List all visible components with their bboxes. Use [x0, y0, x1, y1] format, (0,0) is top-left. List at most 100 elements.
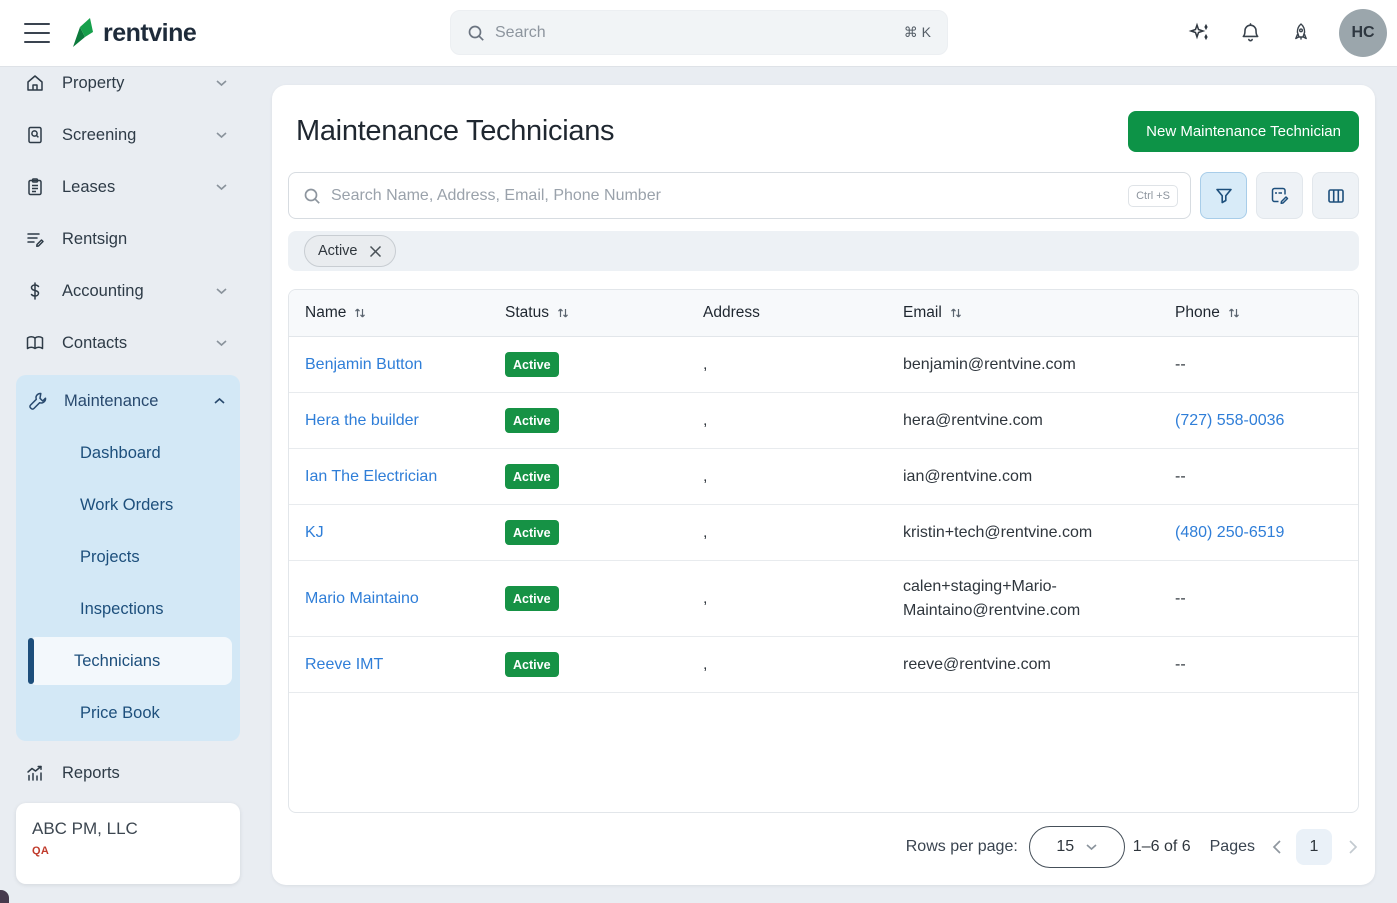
applied-filters-bar: Active: [288, 231, 1359, 271]
sidebar-item-leases[interactable]: Leases: [0, 161, 256, 213]
wrench-icon: [26, 390, 48, 412]
technician-name-link[interactable]: Reeve IMT: [305, 656, 383, 673]
sort-icon: [353, 306, 367, 320]
chevron-down-icon: [1086, 843, 1097, 851]
column-header-status[interactable]: Status: [489, 304, 687, 322]
contacts-book-icon: [24, 332, 46, 354]
sidebar-item-projects[interactable]: Projects: [16, 531, 240, 583]
sort-icon: [1227, 306, 1241, 320]
technician-name-link[interactable]: Ian The Electrician: [305, 468, 437, 485]
chevron-down-icon: [216, 339, 228, 347]
table-row: Mario Maintaino Active , calen+staging+M…: [289, 561, 1358, 637]
sort-icon: [556, 306, 570, 320]
technician-search-box[interactable]: Ctrl +S: [288, 172, 1191, 219]
page-number-1[interactable]: 1: [1296, 829, 1332, 865]
environment-badge: QA: [32, 845, 224, 857]
next-page-button[interactable]: [1348, 839, 1359, 855]
property-icon: [24, 72, 46, 94]
notifications-bell-icon[interactable]: [1238, 21, 1263, 46]
table-header-row: Name Status Address Email Phone: [289, 290, 1358, 337]
remove-filter-icon[interactable]: [369, 245, 382, 258]
column-header-address: Address: [687, 304, 887, 322]
sidebar-item-work-orders[interactable]: Work Orders: [16, 479, 240, 531]
address-cell: ,: [687, 513, 887, 552]
chevron-down-icon: [216, 79, 228, 87]
columns-icon: [1326, 186, 1346, 206]
sidebar-item-accounting[interactable]: Accounting: [0, 265, 256, 317]
sidebar-item-maintenance[interactable]: Maintenance: [16, 375, 240, 427]
technician-name-link[interactable]: Hera the builder: [305, 412, 419, 429]
sidebar-item-property[interactable]: Property: [0, 66, 256, 109]
technician-name-link[interactable]: Benjamin Button: [305, 356, 422, 373]
table-row: Hera the builder Active , hera@rentvine.…: [289, 393, 1358, 449]
top-bar: rentvine ⌘ K: [0, 0, 1397, 66]
pagination-bar: Rows per page: 15 1–6 of 6 Pages 1: [906, 826, 1359, 868]
technician-name-link[interactable]: Mario Maintaino: [305, 590, 419, 607]
status-badge: Active: [505, 408, 559, 433]
previous-page-button[interactable]: [1271, 839, 1282, 855]
column-header-email[interactable]: Email: [887, 304, 1159, 322]
table-row: Ian The Electrician Active , ian@rentvin…: [289, 449, 1358, 505]
status-badge: Active: [505, 652, 559, 677]
logo-text: rentvine: [103, 19, 196, 48]
row-range-text: 1–6 of 6: [1133, 838, 1191, 856]
status-badge: Active: [505, 586, 559, 611]
sidebar-nav: Property Screening Leases: [0, 66, 256, 903]
rows-per-page-label: Rows per page:: [906, 838, 1018, 856]
global-search[interactable]: ⌘ K: [450, 10, 948, 55]
technician-name-link[interactable]: KJ: [305, 524, 324, 541]
saved-filters-button[interactable]: [1256, 172, 1303, 219]
column-header-phone[interactable]: Phone: [1159, 304, 1358, 322]
title-row: Maintenance Technicians New Maintenance …: [272, 85, 1375, 172]
address-cell: ,: [687, 579, 887, 618]
status-badge: Active: [505, 464, 559, 489]
hamburger-menu-icon[interactable]: [24, 23, 50, 43]
column-header-name[interactable]: Name: [289, 304, 489, 322]
table-row: KJ Active , kristin+tech@rentvine.com (4…: [289, 505, 1358, 561]
address-cell: ,: [687, 457, 887, 496]
sidebar-item-contacts[interactable]: Contacts: [0, 317, 256, 369]
chevron-up-icon: [214, 397, 226, 405]
columns-button[interactable]: [1312, 172, 1359, 219]
user-avatar[interactable]: HC: [1339, 9, 1387, 57]
rentvine-leaf-icon: [70, 18, 96, 48]
address-cell: ,: [687, 345, 887, 384]
maintenance-technicians-panel: Maintenance Technicians New Maintenance …: [272, 85, 1375, 885]
sidebar-item-rentsign[interactable]: Rentsign: [0, 213, 256, 265]
page-title: Maintenance Technicians: [296, 115, 614, 148]
email-cell: hera@rentvine.com: [887, 401, 1159, 440]
phone-cell: --: [1159, 345, 1358, 384]
ai-sparkle-icon[interactable]: [1188, 21, 1212, 45]
sidebar-item-reports[interactable]: Reports: [0, 747, 256, 799]
phone-link[interactable]: (480) 250-6519: [1175, 524, 1284, 541]
company-switcher-card[interactable]: ABC PM, LLC QA: [16, 803, 240, 884]
sidebar-item-screening[interactable]: Screening: [0, 109, 256, 161]
sort-icon: [949, 306, 963, 320]
email-cell: ian@rentvine.com: [887, 457, 1159, 496]
saved-filters-icon: [1269, 185, 1290, 206]
technician-search-input[interactable]: [331, 187, 1118, 205]
filter-button[interactable]: [1200, 172, 1247, 219]
rentvine-logo[interactable]: rentvine: [70, 18, 196, 48]
search-icon: [303, 187, 321, 205]
rows-per-page-select[interactable]: 15: [1029, 826, 1125, 868]
company-name: ABC PM, LLC: [32, 819, 224, 839]
chevron-down-icon: [216, 287, 228, 295]
funnel-icon: [1214, 186, 1234, 206]
phone-link[interactable]: (727) 558-0036: [1175, 412, 1284, 429]
chevron-down-icon: [216, 131, 228, 139]
chevron-down-icon: [216, 183, 228, 191]
top-right-icons: HC: [1188, 0, 1387, 66]
email-cell: calen+staging+Mario-Maintaino@rentvine.c…: [887, 567, 1159, 629]
global-search-shortcut: ⌘ K: [904, 24, 931, 41]
sidebar-item-price-book[interactable]: Price Book: [16, 687, 240, 739]
sidebar-item-dashboard[interactable]: Dashboard: [16, 427, 240, 479]
leases-icon: [24, 176, 46, 198]
chevron-right-icon: [1348, 839, 1359, 855]
new-maintenance-technician-button[interactable]: New Maintenance Technician: [1128, 111, 1359, 152]
global-search-input[interactable]: [495, 24, 894, 42]
active-filter-chip[interactable]: Active: [304, 235, 396, 267]
sidebar-item-inspections[interactable]: Inspections: [16, 583, 240, 635]
sidebar-item-technicians-selected[interactable]: Technicians: [28, 637, 232, 685]
whats-new-rocket-icon[interactable]: [1289, 21, 1313, 45]
